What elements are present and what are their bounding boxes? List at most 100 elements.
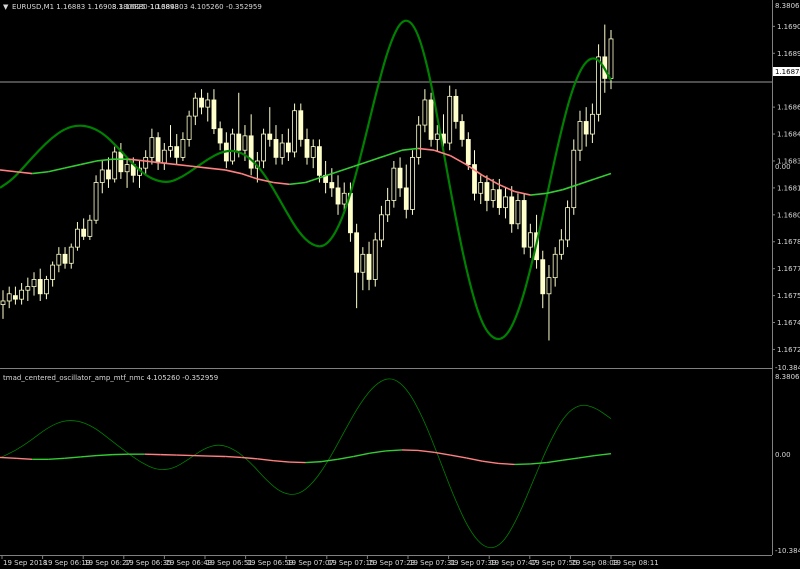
price-tick-label: 1.16740 xyxy=(777,319,800,327)
candle-body xyxy=(577,121,583,151)
candle-body xyxy=(552,253,558,279)
candle-body xyxy=(583,121,589,135)
candle-body xyxy=(571,149,577,209)
candle-body xyxy=(447,95,453,144)
candle-body xyxy=(428,99,434,140)
candle-body xyxy=(6,293,12,302)
price-tick-label: 1.16890 xyxy=(777,50,800,58)
candle-body xyxy=(19,289,25,300)
candle-body xyxy=(168,146,173,151)
sub-axis-top-label: 8.380625 xyxy=(775,373,800,381)
candle-body xyxy=(608,38,614,79)
main-axis-zero-label: 0.00 xyxy=(775,163,791,171)
candle-body xyxy=(0,300,6,305)
chart-symbol-icon: ▼ xyxy=(3,3,9,11)
candle-body xyxy=(230,133,235,162)
candle-body xyxy=(459,121,465,140)
candle-body xyxy=(354,232,360,273)
candle-body xyxy=(546,277,552,295)
candle-body xyxy=(403,187,409,210)
candle-body xyxy=(527,232,533,248)
candle-body xyxy=(13,295,18,300)
candle-body xyxy=(31,279,37,288)
candle-body xyxy=(366,253,372,280)
sub-signal-segment xyxy=(385,449,403,452)
candle-body xyxy=(279,142,285,158)
candle-body xyxy=(81,228,87,237)
sub-signal-segment xyxy=(305,460,322,464)
candle-body xyxy=(509,196,515,225)
candle-body xyxy=(465,139,471,165)
candle-body xyxy=(540,259,546,295)
sub-pane-background xyxy=(0,370,772,555)
candle-body xyxy=(385,200,391,216)
candle-body xyxy=(180,139,186,158)
sub-signal-segment xyxy=(0,456,17,460)
main-indicator-values: 8.380625 -10.384303 4.105260 -0.352959 xyxy=(112,3,262,11)
candle-body xyxy=(205,99,211,108)
candle-body xyxy=(292,110,297,153)
candle-body xyxy=(56,253,62,266)
candle-body xyxy=(379,214,384,241)
candle-body xyxy=(558,239,564,255)
price-tick-label: 1.16815 xyxy=(777,184,800,192)
price-tick-label: 1.16845 xyxy=(777,131,800,139)
candle-body xyxy=(397,167,403,189)
candle-body xyxy=(236,133,242,151)
candle-body xyxy=(62,253,68,264)
price-tick-label: 1.16785 xyxy=(777,238,800,246)
candle-body xyxy=(503,196,508,209)
candle-body xyxy=(310,146,316,158)
candle-body xyxy=(496,189,502,209)
candle-body xyxy=(87,219,93,237)
candle-body xyxy=(93,182,99,221)
candle-body xyxy=(267,133,273,140)
candle-body xyxy=(217,128,223,144)
sub-signal-segment xyxy=(96,453,113,457)
candle-body xyxy=(261,133,266,162)
price-tick-label: 1.16770 xyxy=(777,265,800,273)
candle-body xyxy=(118,151,124,173)
candle-body xyxy=(360,253,366,273)
sub-window-title: tmad_centered_oscillator_amp_mtf_nmc 4.1… xyxy=(3,374,218,382)
time-tick-label: 19 Sep 2018 xyxy=(3,559,47,567)
main-axis-bottom-label: -10.384303 xyxy=(775,364,800,372)
candle-body xyxy=(589,113,595,135)
candle-body xyxy=(25,286,31,291)
candle-body xyxy=(211,99,217,130)
candle-body xyxy=(149,137,155,158)
price-tick-label: 1.16755 xyxy=(777,292,800,300)
candle-body xyxy=(242,135,248,151)
candle-body xyxy=(112,151,118,180)
sub-signal-segment xyxy=(48,457,65,460)
candle-body xyxy=(391,167,397,201)
price-tick-label: 1.16860 xyxy=(777,104,800,112)
price-tick-label: 1.16905 xyxy=(777,23,800,31)
candle-body xyxy=(248,135,254,169)
candle-body xyxy=(106,169,111,180)
candle-body xyxy=(44,279,49,295)
current-price-label: 1.16874 xyxy=(775,68,800,76)
time-tick-label: 19 Sep 08:11 xyxy=(612,559,659,567)
candle-body xyxy=(192,97,198,117)
candle-body xyxy=(484,182,490,201)
candle-body xyxy=(161,149,167,164)
candle-body xyxy=(75,228,80,248)
candle-body xyxy=(335,187,341,205)
candle-body xyxy=(565,207,570,241)
candle-body xyxy=(174,146,180,158)
chart-canvas: 1.169051.168901.168601.168451.168301.168… xyxy=(0,0,800,567)
candle-body xyxy=(341,192,347,205)
candle-body xyxy=(416,124,422,158)
candle-body xyxy=(329,182,335,189)
candle-body xyxy=(521,200,527,248)
main-axis-top-label: 8.380625 xyxy=(775,2,800,10)
sub-signal-segment xyxy=(498,462,515,466)
candle-body xyxy=(99,169,105,183)
candle-body xyxy=(434,133,440,140)
candle-body xyxy=(515,200,521,225)
candle-body xyxy=(143,156,149,169)
candle-body xyxy=(410,156,415,210)
sub-axis-zero-label: 0.00 xyxy=(775,451,791,459)
candle-body xyxy=(50,264,56,280)
